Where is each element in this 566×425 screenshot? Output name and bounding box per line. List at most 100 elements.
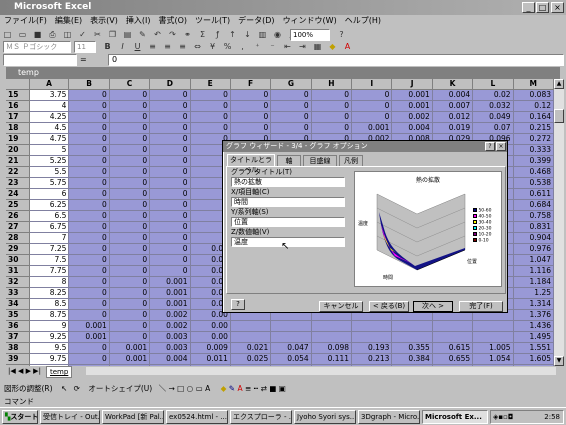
cell[interactable]: 0 xyxy=(109,177,151,190)
task-explorer[interactable]: エクスプローラ - ... xyxy=(230,410,292,424)
cell[interactable]: 0.083 xyxy=(513,89,554,102)
column-header[interactable]: F xyxy=(230,79,272,91)
shadow-icon[interactable]: ■ xyxy=(269,384,276,393)
cell[interactable]: 0.399 xyxy=(513,155,554,168)
scroll-up-icon[interactable]: ▲ xyxy=(554,79,564,89)
cell[interactable]: 0 xyxy=(68,89,110,102)
borders-icon[interactable]: ▦ xyxy=(311,41,324,53)
cell[interactable]: 0.032 xyxy=(472,100,514,113)
rect-icon[interactable]: □ xyxy=(177,384,184,393)
scroll-down-icon[interactable]: ▼ xyxy=(554,356,564,366)
cell[interactable]: 0 xyxy=(149,243,191,256)
align-right-icon[interactable]: ≡ xyxy=(176,41,189,53)
cell[interactable]: 0.538 xyxy=(513,177,554,190)
row-header[interactable]: 17 xyxy=(6,111,30,124)
comma-icon[interactable]: , xyxy=(236,41,249,53)
cell[interactable]: 6.75 xyxy=(29,221,70,234)
cell[interactable]: 0 xyxy=(109,265,151,278)
cell[interactable]: 8.75 xyxy=(29,309,70,322)
cell[interactable]: 0 xyxy=(68,155,110,168)
cell[interactable]: 0.976 xyxy=(513,243,554,256)
column-header[interactable]: J xyxy=(391,79,433,91)
cell[interactable]: 0 xyxy=(351,100,393,113)
cell[interactable]: 0 xyxy=(68,353,110,366)
task-outlook[interactable]: 受信トレイ - Out... xyxy=(40,410,100,424)
cell[interactable]: 0.007 xyxy=(432,100,474,113)
cell[interactable]: 4 xyxy=(29,100,70,113)
cell[interactable]: 0 xyxy=(230,122,272,135)
cell[interactable]: 5.5 xyxy=(29,166,70,179)
cell[interactable]: 6.5 xyxy=(29,210,70,223)
cell[interactable]: 0 xyxy=(109,298,151,311)
cell[interactable]: 0 xyxy=(109,254,151,267)
percent-icon[interactable]: % xyxy=(221,41,234,53)
font-size-select[interactable]: 11 xyxy=(74,41,96,53)
menu-edit[interactable]: 編集(E) xyxy=(51,15,86,27)
row-header[interactable]: 36 xyxy=(6,320,30,333)
cell[interactable] xyxy=(432,331,474,344)
cell[interactable]: 0.615 xyxy=(432,342,474,355)
cell[interactable]: 0.904 xyxy=(513,232,554,245)
cell[interactable]: 0.001 xyxy=(149,276,191,289)
cell[interactable] xyxy=(351,320,393,333)
cell[interactable]: 0 xyxy=(68,133,110,146)
cell[interactable]: 0 xyxy=(109,122,151,135)
cell[interactable] xyxy=(230,331,272,344)
cell[interactable]: 0.002 xyxy=(149,309,191,322)
task-jyoho[interactable]: Jyoho Syori sys... xyxy=(294,410,356,424)
cell[interactable]: 1.605 xyxy=(513,353,554,366)
cell[interactable]: 0 xyxy=(68,309,110,322)
row-header[interactable]: 21 xyxy=(6,155,30,168)
cell[interactable]: 0 xyxy=(149,166,191,179)
tab-legend[interactable]: 凡例 xyxy=(339,155,363,166)
formula-input[interactable]: 0 xyxy=(108,54,564,66)
cell[interactable]: 3.75 xyxy=(29,89,70,102)
cell[interactable]: 0.215 xyxy=(513,122,554,135)
cell[interactable]: 1.551 xyxy=(513,342,554,355)
minimize-button[interactable]: _ xyxy=(522,2,535,13)
cell[interactable]: 0 xyxy=(149,221,191,234)
row-header[interactable]: 18 xyxy=(6,122,30,135)
font-color-icon[interactable]: A xyxy=(341,41,354,53)
row-header[interactable]: 26 xyxy=(6,210,30,223)
chart-title-input[interactable]: 熱の拡散 xyxy=(231,177,345,187)
tab-gridlines[interactable]: 目盛線 xyxy=(303,155,337,166)
cell[interactable]: 0.012 xyxy=(432,111,474,124)
cell[interactable]: 0 xyxy=(68,188,110,201)
cell[interactable]: 0.355 xyxy=(391,342,433,355)
cell[interactable] xyxy=(472,320,514,333)
cell[interactable]: 0 xyxy=(109,188,151,201)
row-header[interactable]: 33 xyxy=(6,287,30,300)
cell[interactable]: 0 xyxy=(109,100,151,113)
cell[interactable]: 0 xyxy=(68,287,110,300)
cell[interactable]: 0.272 xyxy=(513,133,554,146)
row-header[interactable]: 35 xyxy=(6,309,30,322)
close-button[interactable]: × xyxy=(551,2,564,13)
cell[interactable]: 0 xyxy=(311,100,353,113)
vertical-scrollbar[interactable]: ▲ ▼ xyxy=(554,79,564,366)
cell[interactable]: 0 xyxy=(230,89,272,102)
cell[interactable]: 8.25 xyxy=(29,287,70,300)
cell[interactable]: 1.005 xyxy=(472,342,514,355)
cell[interactable]: 0 xyxy=(68,221,110,234)
column-header[interactable]: A xyxy=(29,79,70,91)
cell[interactable]: 0 xyxy=(68,243,110,256)
menu-insert[interactable]: 挿入(I) xyxy=(122,15,155,27)
cell[interactable]: 0.001 xyxy=(68,331,110,344)
cell[interactable]: 0 xyxy=(149,144,191,157)
cell[interactable]: 9.75 xyxy=(29,353,70,366)
cell[interactable] xyxy=(311,320,353,333)
name-box[interactable] xyxy=(3,54,77,66)
cell[interactable]: 1.314 xyxy=(513,298,554,311)
cell[interactable]: 8.5 xyxy=(29,298,70,311)
cell[interactable]: 0 xyxy=(109,276,151,289)
column-header[interactable]: L xyxy=(472,79,514,91)
cell[interactable]: 0.009 xyxy=(190,342,231,355)
cell[interactable] xyxy=(432,320,474,333)
tab-axes[interactable]: 軸 xyxy=(277,155,301,166)
inc-indent-icon[interactable]: ⇥ xyxy=(296,41,309,53)
dialog-help-button[interactable]: ? xyxy=(485,142,495,151)
cell[interactable]: 0 xyxy=(109,221,151,234)
cell[interactable]: 0.001 xyxy=(351,122,393,135)
row-header[interactable]: 25 xyxy=(6,199,30,212)
